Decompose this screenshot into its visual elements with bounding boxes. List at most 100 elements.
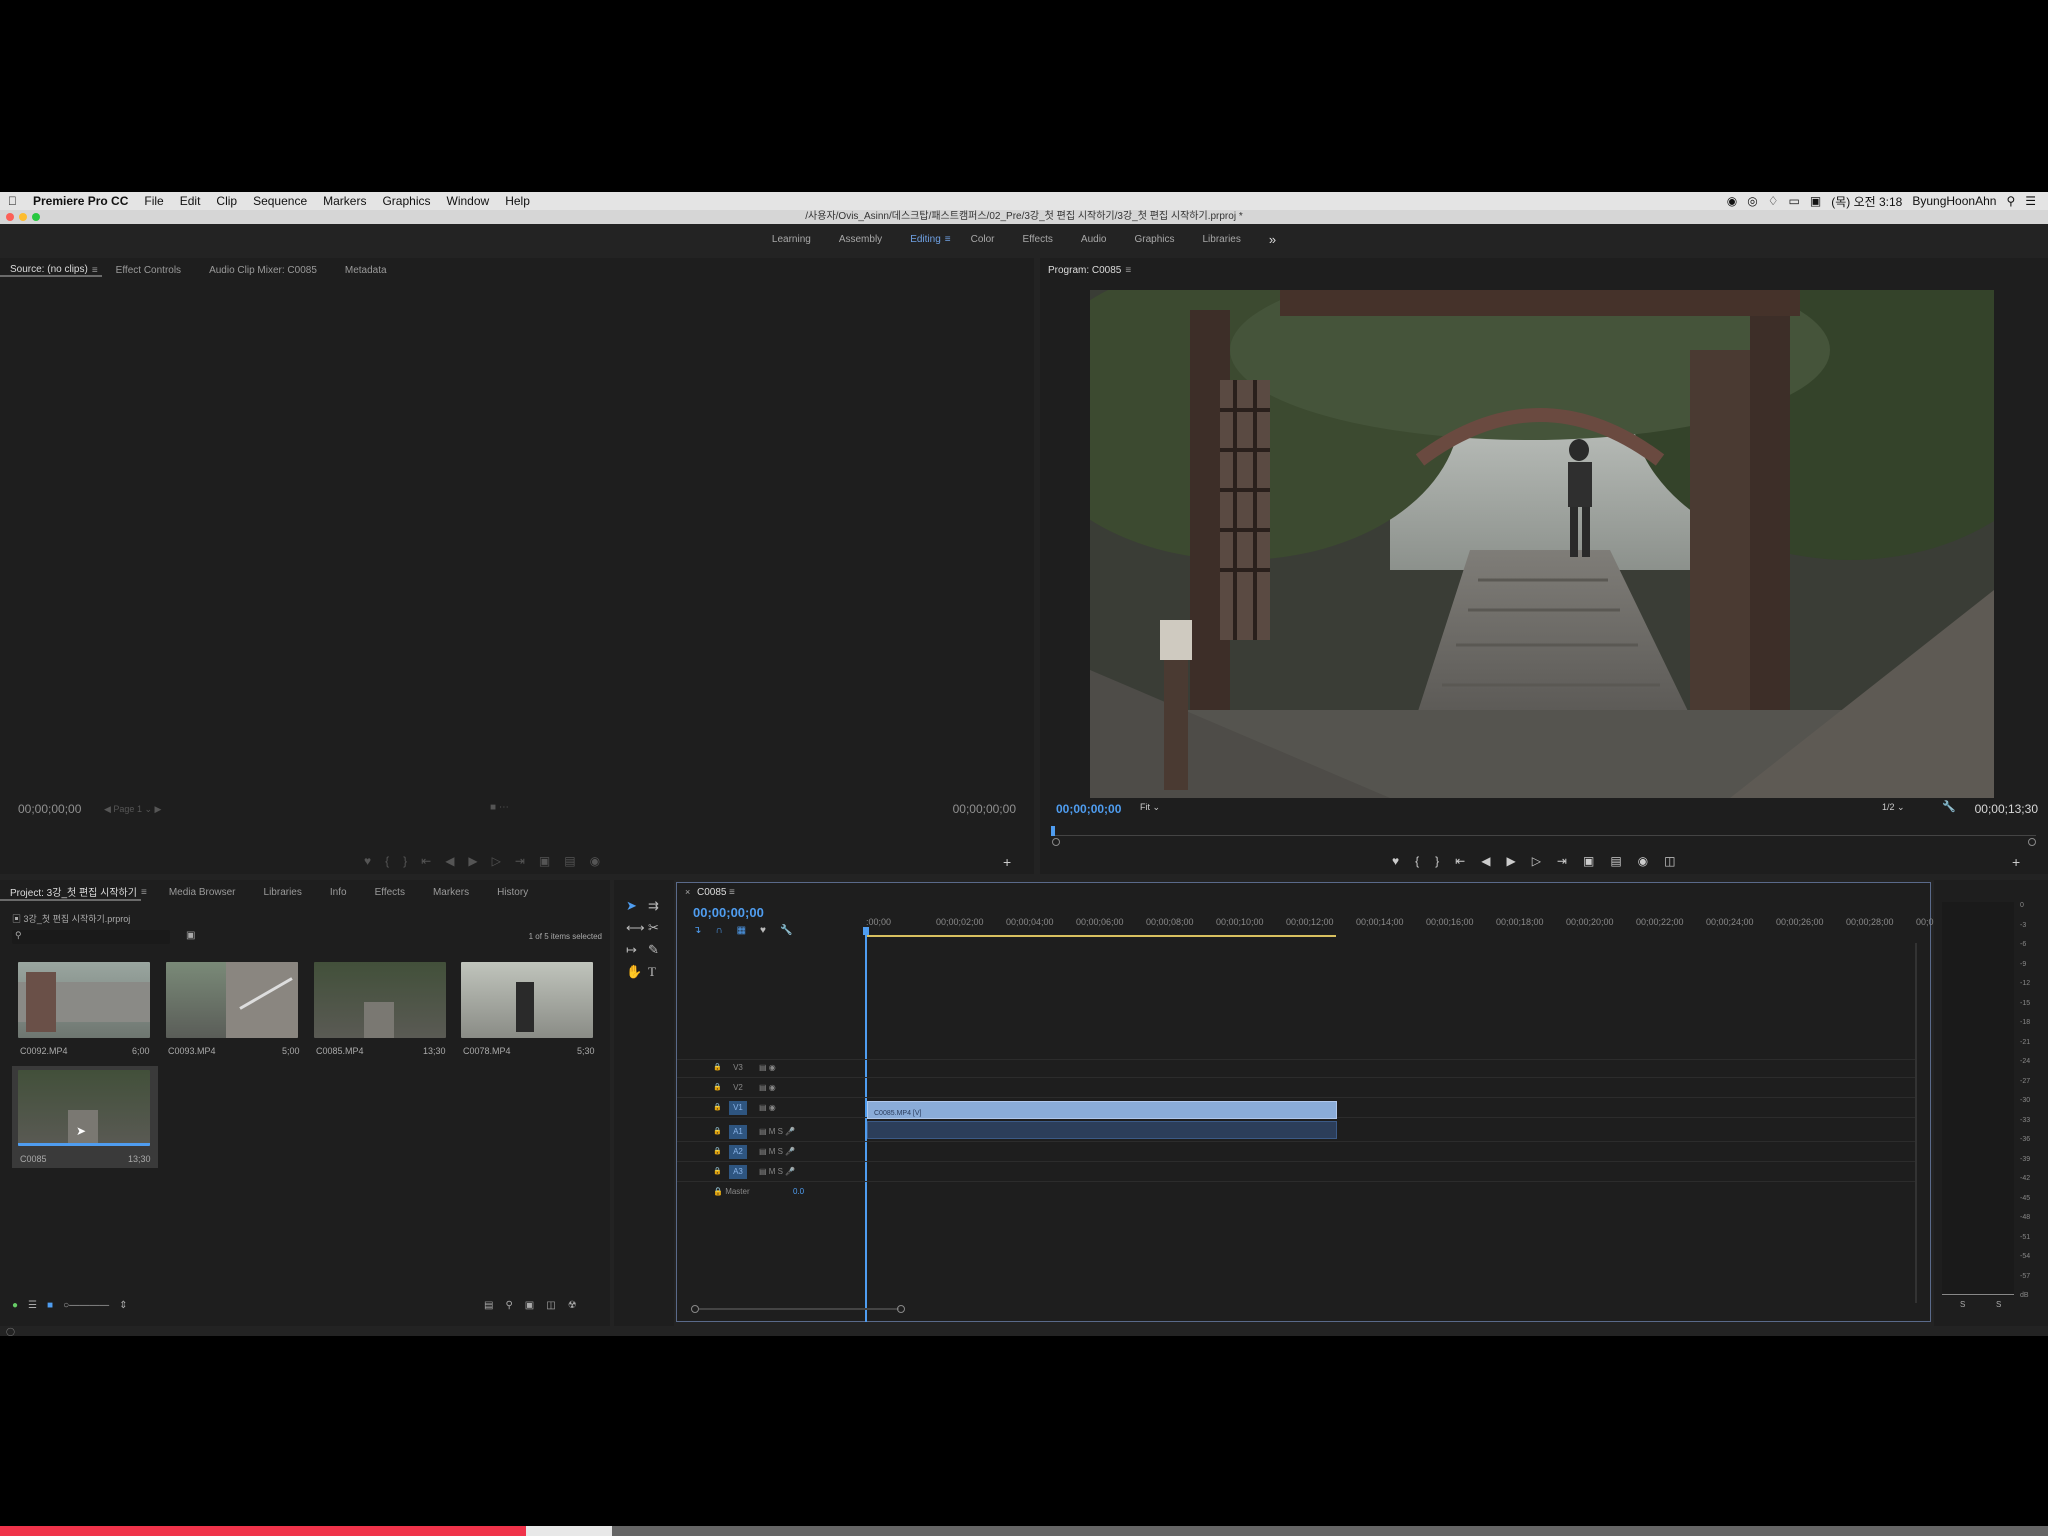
menu-sequence[interactable]: Sequence [245,194,315,208]
snap-icon[interactable]: ∩ [715,925,722,936]
source-transport-controls[interactable]: ♥{}⇤◀▶▷⇥▣▤◉ [364,854,614,868]
razor-tool-icon[interactable]: ✂ [648,920,670,936]
close-sequence-icon[interactable]: × [685,887,690,897]
solo-right-button[interactable]: S [1996,1300,2001,1309]
solo-left-button[interactable]: S [1960,1300,1965,1309]
find-icon[interactable]: ⚲ [505,1300,512,1311]
new-bin-icon[interactable]: ▣ [525,1300,534,1311]
track-mute-solo-voiceover-icons[interactable]: ▤ M S 🎤 [759,1167,795,1176]
video-clip-c0085[interactable]: C0085.MP4 [V] [867,1101,1337,1119]
tab-effect-controls[interactable]: Effect Controls [102,265,195,276]
workspace-effects[interactable]: Effects [1009,234,1067,245]
comparison-view-icon[interactable]: ◫ [1664,854,1675,868]
close-window-button[interactable] [6,213,14,221]
workspace-libraries[interactable]: Libraries [1189,234,1255,245]
track-lock-icon[interactable]: 🔒 [713,1063,722,1071]
track-select-tool-icon[interactable]: ⇉ [648,898,670,914]
mark-in-icon[interactable]: { [1415,854,1419,868]
tab-libraries[interactable]: Libraries [250,887,316,898]
workspace-color[interactable]: Color [957,234,1009,245]
source-panel-menu-icon[interactable]: ≡ [92,265,98,276]
sort-icon[interactable]: ⇕ [119,1300,127,1311]
new-item-icon[interactable]: ◫ [546,1300,555,1311]
track-label-a2[interactable]: A2 [729,1145,747,1159]
sequence-menu-icon[interactable]: ≡ [729,887,735,898]
record-icon[interactable]: ◉ [1727,194,1737,208]
track-mute-solo-voiceover-icons[interactable]: ▤ M S 🎤 [759,1147,795,1156]
fit-dropdown[interactable]: Fit ⌄ [1140,802,1160,813]
track-lock-icon[interactable]: 🔒 [713,1147,722,1155]
add-marker-icon[interactable]: ♥ [1392,854,1399,868]
pen-tool-icon[interactable]: ✎ [648,942,670,958]
step-back-icon[interactable]: ◀ [1481,854,1490,868]
minimize-window-button[interactable] [19,213,27,221]
menu-clip[interactable]: Clip [208,194,245,208]
icon-view-icon[interactable]: ■ [47,1300,53,1311]
workspace-graphics[interactable]: Graphics [1120,234,1188,245]
page-selector[interactable]: ◀ Page 1 ⌄ ▶ [104,804,161,815]
master-track[interactable]: 🔒 Master [713,1187,750,1196]
time-ruler[interactable]: :00;00 00;00;02;00 00;00;04;00 00;00;06;00 0… [866,917,1937,933]
menu-graphics[interactable]: Graphics [374,194,438,208]
master-volume-value[interactable]: 0.0 [793,1187,804,1196]
menu-app-name[interactable]: Premiere Pro CC [25,194,136,208]
insert-nest-icon[interactable]: ↴ [693,925,701,936]
eye-status-icon[interactable]: ◎ [1747,194,1757,208]
clip-thumbnail-c0085-mp4[interactable] [314,962,446,1038]
go-to-out-icon[interactable]: ⇥ [1557,854,1567,868]
tab-effects[interactable]: Effects [361,887,419,898]
menu-edit[interactable]: Edit [172,194,209,208]
notification-center-icon[interactable]: ☰ [2025,194,2036,208]
track-label-v1[interactable]: V1 [729,1101,747,1115]
program-scrub-bar[interactable] [1052,835,2036,836]
program-playhead-timecode[interactable]: 00;00;00;00 [1056,802,1121,816]
tab-project[interactable]: Project: 3강_첫 편집 시작하기 [0,884,141,901]
workspace-learning[interactable]: Learning [758,234,825,245]
track-label-v3[interactable]: V3 [729,1061,747,1075]
hand-tool-icon[interactable]: ✋ [626,964,648,980]
apple-icon[interactable]:  [0,194,25,208]
track-lock-icon[interactable]: 🔒 [713,1167,722,1175]
export-frame-icon[interactable]: ◉ [1638,854,1648,868]
program-panel-menu-icon[interactable]: ≡ [1125,265,1131,276]
track-sync-visibility-icons[interactable]: ▤ ◉ [759,1083,776,1092]
tab-sequence[interactable]: C0085 [697,887,726,898]
project-panel-menu-icon[interactable]: ≡ [141,887,147,898]
source-settings-icons[interactable]: ■ ⋯ [490,802,509,813]
zoom-handle-right[interactable] [2028,838,2036,846]
timeline-vertical-scroll[interactable] [1915,943,1917,1303]
track-mute-solo-voiceover-icons[interactable]: ▤ M S 🎤 [759,1127,795,1136]
audio-clip-c0085[interactable] [867,1121,1337,1139]
list-view-icon[interactable]: ☰ [28,1300,37,1311]
delete-icon[interactable]: ☢ [568,1300,577,1311]
lift-icon[interactable]: ▣ [1583,854,1594,868]
track-label-a1[interactable]: A1 [729,1125,747,1139]
tab-history[interactable]: History [483,887,542,898]
type-tool-icon[interactable]: T [648,964,670,980]
work-area-bar[interactable] [866,935,1336,937]
workspace-audio[interactable]: Audio [1067,234,1121,245]
automate-to-sequence-icon[interactable]: ▤ [484,1300,493,1311]
slip-tool-icon[interactable]: ↦ [626,942,648,958]
spotlight-search-icon[interactable]: ⚲ [2006,194,2015,208]
add-marker-icon[interactable]: ♥ [760,925,766,936]
mark-out-icon[interactable]: } [1435,854,1439,868]
timeline-horizontal-scroll[interactable] [699,1308,899,1310]
tab-info[interactable]: Info [316,887,361,898]
airplay-icon[interactable]: ▭ [1789,194,1800,208]
workspace-assembly[interactable]: Assembly [825,234,896,245]
menu-window[interactable]: Window [439,194,498,208]
clip-thumbnail-c0078[interactable] [461,962,593,1038]
zoom-slider-icon[interactable]: ○———— [63,1300,109,1311]
program-playhead[interactable] [1051,826,1055,836]
input-source-icon[interactable]: ▣ [1810,194,1821,208]
track-label-v2[interactable]: V2 [729,1081,747,1095]
lock-icon[interactable]: ● [12,1300,18,1311]
clip-thumbnail-c0092[interactable] [18,962,150,1038]
play-icon[interactable]: ▶ [1506,854,1515,868]
linked-selection-icon[interactable]: ▦ [737,925,746,936]
track-lock-icon[interactable]: 🔒 [713,1083,722,1091]
tab-audio-clip-mixer[interactable]: Audio Clip Mixer: C0085 [195,265,331,276]
tab-program[interactable]: Program: C0085 [1040,265,1135,276]
tab-media-browser[interactable]: Media Browser [155,887,250,898]
